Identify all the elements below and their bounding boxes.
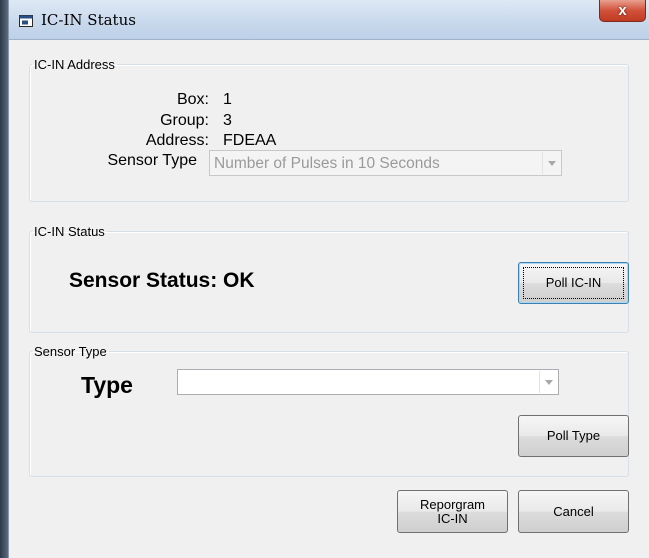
sensor-type-group: Sensor Type [29,344,629,477]
poll-type-button[interactable]: Poll Type [518,415,629,457]
poll-type-label: Poll Type [546,428,601,443]
type-combo[interactable] [177,369,559,395]
sensor-type-label: Sensor Type [107,152,197,169]
address-value: FDEAA [223,132,277,149]
close-button[interactable]: x [599,0,646,22]
poll-ic-in-button[interactable]: Poll IC-IN [518,262,629,304]
chevron-down-icon [542,152,560,174]
dialog-client-area: IC-IN Address Box: 1 Group: 3 Address: F… [15,41,641,552]
ic-in-address-legend: IC-IN Address [34,57,115,72]
box-label: Box: [176,91,209,108]
box-value: 1 [223,91,232,108]
sensor-type-combo: Number of Pulses in 10 Seconds [209,150,562,176]
window-icon [19,14,33,27]
ic-in-status-legend: IC-IN Status [34,224,105,239]
type-label: Type [81,372,133,398]
window-title: IC-IN Status [41,11,136,29]
cancel-button[interactable]: Cancel [518,490,629,533]
address-label: Address: [145,132,209,149]
focus-indicator [523,267,624,299]
group-value: 3 [223,112,232,129]
sensor-type-combo-value: Number of Pulses in 10 Seconds [214,155,440,172]
dialog-window: IC-IN Status x IC-IN Address Box: 1 Grou… [8,0,649,558]
reprogram-label-line1: Reporgram [419,496,486,512]
group-label: Group: [160,112,209,129]
chevron-down-icon[interactable] [539,371,557,393]
close-icon: x [618,2,627,19]
sensor-type-legend: Sensor Type [34,344,107,359]
cancel-label: Cancel [553,503,594,519]
reprogram-ic-in-button[interactable]: Reporgram IC-IN [397,490,508,533]
title-bar[interactable]: IC-IN Status x [9,0,649,40]
reprogram-label-line2: IC-IN [437,510,468,526]
sensor-status-text: Sensor Status: OK [69,269,255,292]
